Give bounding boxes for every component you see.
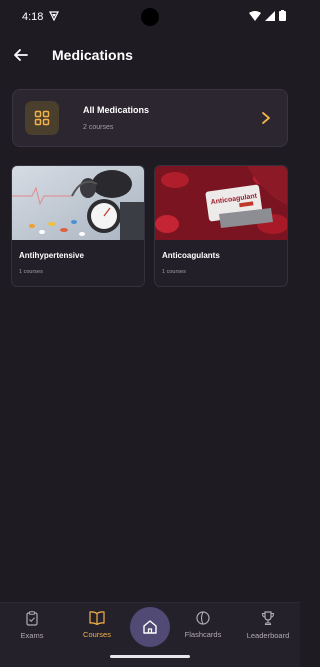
- course-title: Antihypertensive: [19, 251, 84, 260]
- course-count: 1 courses: [19, 269, 43, 275]
- course-title: Anticoagulants: [162, 251, 220, 260]
- arrow-left-icon: [14, 49, 28, 61]
- nav-item-leaderboard[interactable]: Leaderboard: [240, 611, 296, 640]
- clipboard-icon: [26, 611, 38, 626]
- course-count: 1 courses: [162, 269, 186, 275]
- grid-icon: [25, 101, 59, 135]
- wifi-icon: [249, 10, 261, 24]
- nav-label-courses: Courses: [83, 630, 111, 639]
- course-thumbnail-antihypertensive: [12, 166, 144, 240]
- trophy-icon: [261, 611, 275, 626]
- status-time: 4:18: [22, 11, 44, 23]
- page-title: Medications: [52, 47, 133, 63]
- camera-cutout: [141, 8, 159, 26]
- battery-icon: [279, 10, 286, 24]
- nav-label-leaderboard: Leaderboard: [246, 631, 290, 640]
- course-card-anticoagulants[interactable]: Anticoagulant Anticoagulants 1 courses: [154, 165, 288, 287]
- course-card-antihypertensive[interactable]: Antihypertensive 1 courses: [11, 165, 145, 287]
- nav-item-courses[interactable]: Courses: [69, 611, 125, 639]
- course-thumbnail-anticoagulants: Anticoagulant: [155, 166, 287, 240]
- book-icon: [89, 611, 105, 625]
- all-medications-title: All Medications: [83, 105, 150, 115]
- card-icon: [196, 611, 210, 625]
- home-icon: [143, 620, 157, 634]
- nav-item-exams[interactable]: Exams: [4, 611, 60, 640]
- nav-label-exams: Exams: [20, 631, 44, 640]
- app-header: Medications: [0, 40, 300, 72]
- vpn-icon: [49, 10, 60, 24]
- all-medications-count: 2 courses: [83, 124, 114, 131]
- gesture-bar[interactable]: [110, 655, 190, 658]
- chevron-right-icon: [262, 112, 270, 124]
- nav-item-flashcards[interactable]: Flashcards: [175, 611, 231, 639]
- all-medications-card[interactable]: All Medications 2 courses: [12, 89, 288, 147]
- signal-icon: [265, 10, 275, 24]
- home-button[interactable]: [130, 607, 170, 647]
- nav-label-flashcards: Flashcards: [184, 630, 222, 639]
- back-button[interactable]: [10, 44, 32, 66]
